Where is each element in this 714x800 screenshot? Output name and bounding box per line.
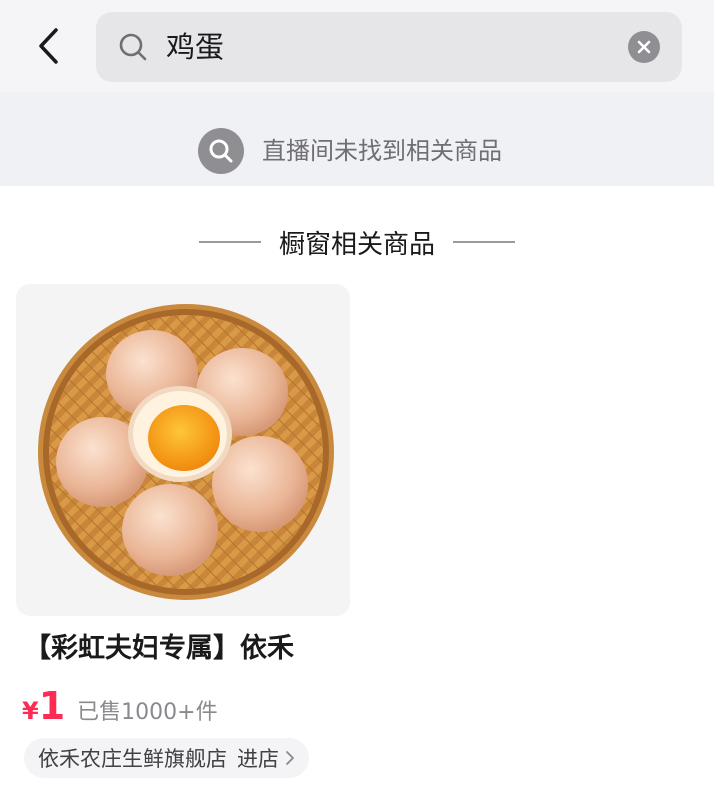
clear-search-button[interactable] [628, 31, 660, 63]
product-card[interactable]: 【彩虹夫妇专属】依禾 ¥ 1 已售1000+件 依禾农庄生鲜旗舰店 进店 [16, 284, 350, 778]
close-icon [637, 40, 651, 54]
chevron-right-icon [286, 751, 294, 765]
shop-name: 依禾农庄生鲜旗舰店 [38, 747, 227, 771]
enter-shop-label: 进店 [237, 747, 279, 771]
back-button[interactable] [28, 24, 68, 68]
top-bar: 鸡蛋 [0, 0, 714, 92]
section-header: 橱窗相关商品 [0, 222, 714, 262]
product-image[interactable] [16, 284, 350, 616]
notice-search-icon [198, 128, 244, 174]
section-divider-right [453, 241, 515, 243]
search-icon [119, 33, 147, 61]
product-title[interactable]: 【彩虹夫妇专属】依禾 [24, 626, 354, 665]
sold-count: 已售1000+件 [77, 700, 218, 725]
notice-text: 直播间未找到相关商品 [262, 137, 502, 165]
price-row: ¥ 1 已售1000+件 [22, 684, 218, 734]
section-title: 橱窗相关商品 [278, 229, 435, 260]
no-result-notice: 直播间未找到相关商品 [0, 92, 714, 186]
back-arrow-icon [39, 28, 58, 64]
search-input[interactable]: 鸡蛋 [166, 12, 224, 82]
price-value: 1 [38, 684, 66, 728]
shop-link[interactable]: 依禾农庄生鲜旗舰店 进店 [24, 738, 309, 778]
price-symbol: ¥ [22, 697, 39, 725]
search-box[interactable]: 鸡蛋 [96, 12, 682, 82]
egg-basket-image [38, 304, 334, 600]
section-divider-left [198, 241, 261, 243]
